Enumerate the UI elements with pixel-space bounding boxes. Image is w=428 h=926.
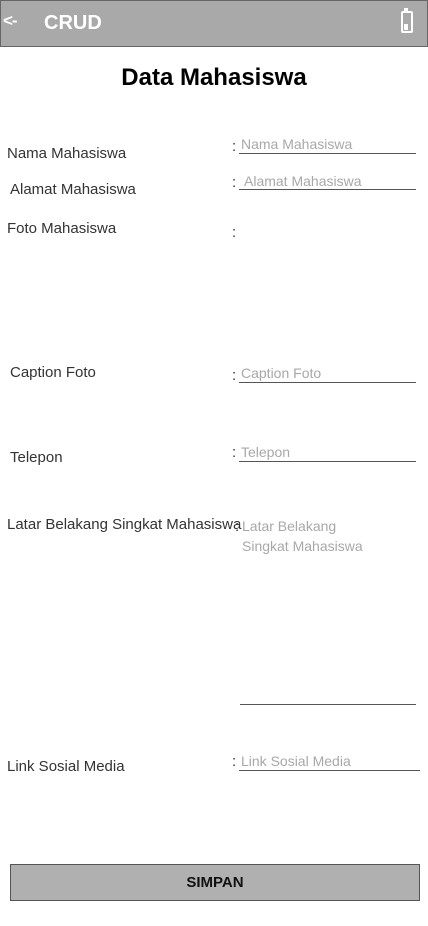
- caption-label: Caption Foto: [10, 364, 96, 381]
- foto-upload-area[interactable]: [240, 222, 416, 342]
- latar-label: Latar Belakang Singkat Mahasiswa: [7, 516, 242, 533]
- alamat-input[interactable]: [239, 172, 416, 190]
- page-title: Data Mahasiswa: [121, 64, 307, 91]
- screen: <- CRUD Data Mahasiswa Nama Mahasiswa : …: [0, 0, 428, 926]
- telepon-label: Telepon: [10, 449, 63, 466]
- telepon-colon: :: [232, 444, 237, 461]
- battery-icon: [401, 8, 413, 33]
- foto-label: Foto Mahasiswa: [7, 220, 117, 237]
- alamat-colon: :: [232, 174, 237, 191]
- link-label: Link Sosial Media: [7, 758, 125, 775]
- latar-textarea[interactable]: [240, 514, 416, 705]
- caption-input[interactable]: [239, 363, 416, 383]
- alamat-label: Alamat Mahasiswa: [10, 181, 136, 198]
- link-colon: :: [232, 753, 237, 770]
- foto-colon: :: [232, 224, 237, 241]
- telepon-input[interactable]: [239, 443, 416, 462]
- nama-label: Nama Mahasiswa: [7, 145, 127, 162]
- caption-colon: :: [232, 367, 237, 384]
- back-button[interactable]: <-: [3, 11, 18, 31]
- link-input[interactable]: [239, 751, 420, 771]
- simpan-button[interactable]: SIMPAN: [10, 864, 420, 901]
- app-bar: <- CRUD: [0, 0, 428, 47]
- latar-colon: :: [235, 518, 240, 535]
- app-title: CRUD: [44, 12, 102, 34]
- nama-colon: :: [232, 138, 237, 155]
- nama-input[interactable]: [239, 134, 416, 154]
